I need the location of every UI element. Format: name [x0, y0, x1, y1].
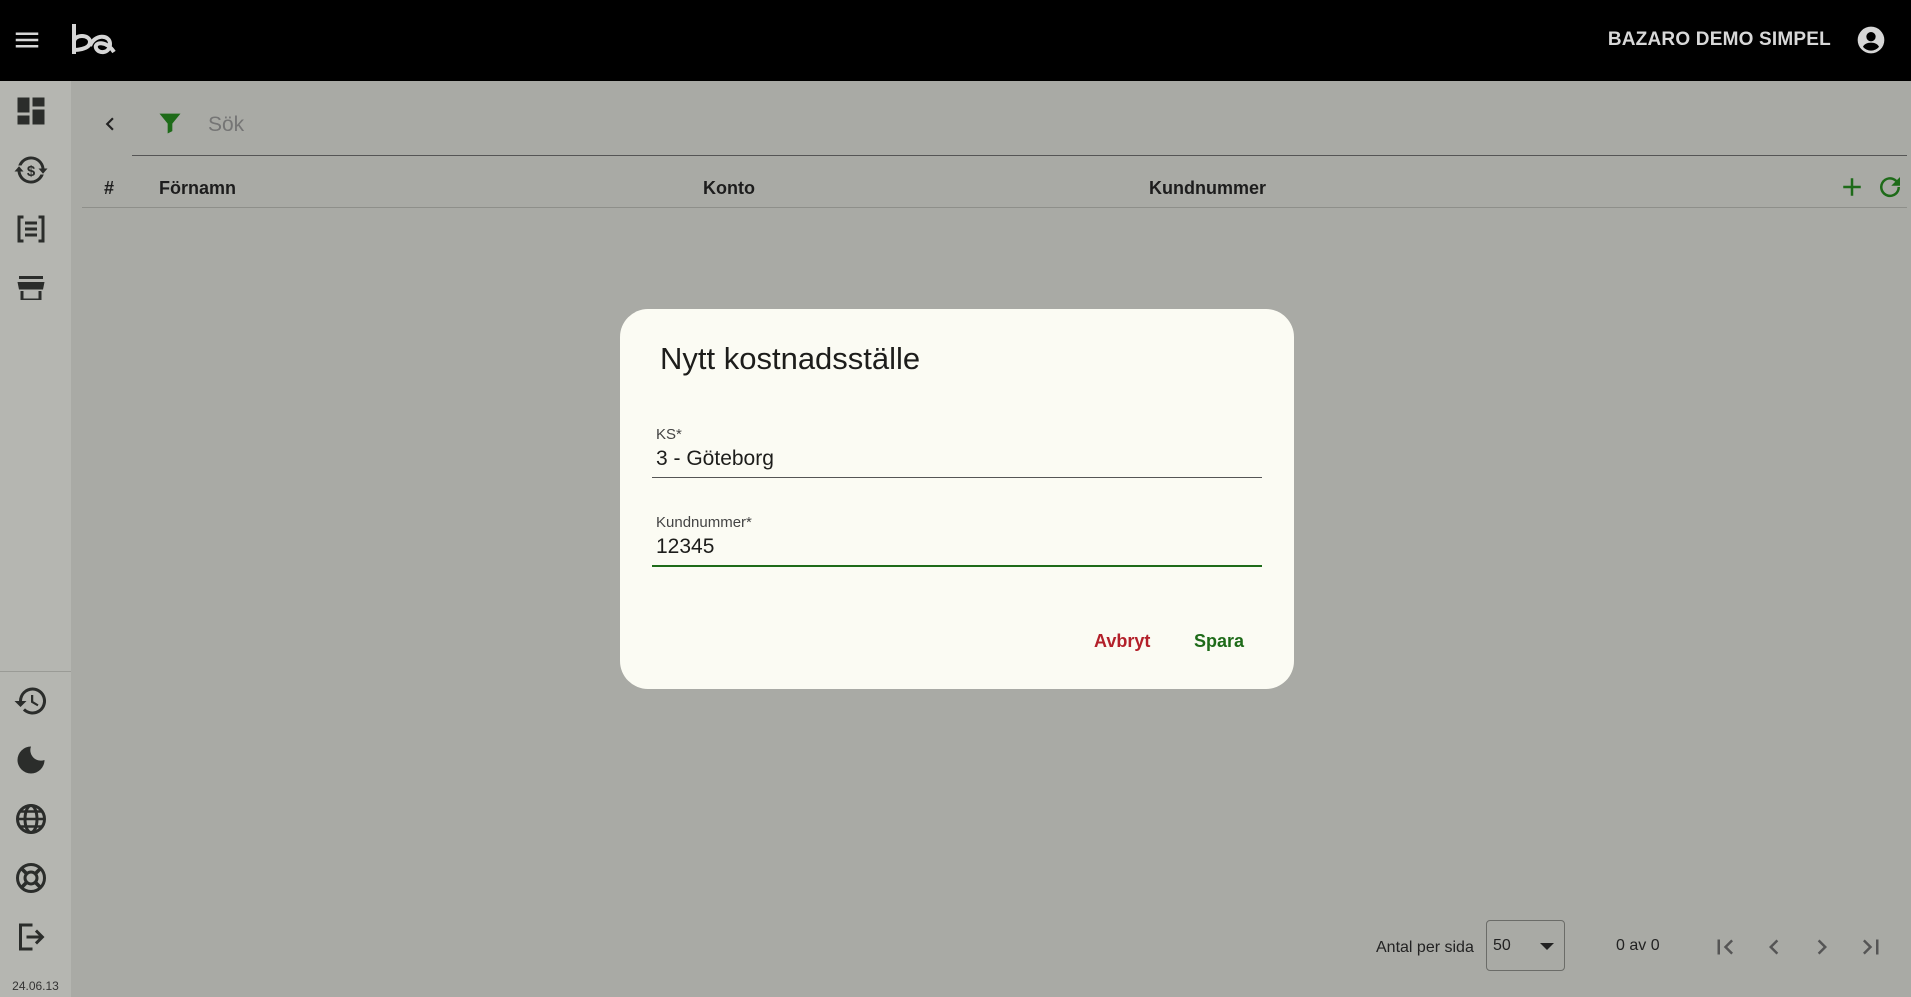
- receipt-list-icon[interactable]: [13, 211, 49, 247]
- per-page-value: 50: [1493, 937, 1511, 954]
- ks-input[interactable]: [656, 444, 1256, 474]
- customer-number-field[interactable]: Kundnummer*: [652, 514, 1262, 569]
- app-version: 24.06.13: [12, 979, 59, 993]
- customer-number-label: Kundnummer*: [656, 514, 752, 531]
- column-header-account[interactable]: Konto: [703, 178, 755, 199]
- per-page-label-text: Antal per sida: [1376, 939, 1474, 956]
- next-page-icon[interactable]: [1807, 932, 1837, 962]
- menu-icon[interactable]: [12, 25, 42, 55]
- logo: [70, 22, 118, 58]
- chevron-down-icon: [1540, 943, 1554, 950]
- dialog-title: Nytt kostnadsställe: [660, 341, 921, 376]
- svg-text:$: $: [27, 163, 36, 180]
- ks-field[interactable]: KS*: [652, 426, 1262, 481]
- previous-page-icon[interactable]: [1759, 932, 1789, 962]
- support-lifebuoy-icon[interactable]: [13, 860, 49, 896]
- chevron-left-icon[interactable]: [97, 111, 123, 137]
- new-cost-center-dialog: Nytt kostnadsställe KS* Kundnummer* Avbr…: [620, 309, 1294, 689]
- top-app-bar: BAZARO DEMO SIMPEL: [0, 0, 1911, 81]
- customer-number-underline: [652, 565, 1262, 567]
- last-page-icon[interactable]: [1856, 932, 1886, 962]
- add-icon[interactable]: [1837, 172, 1867, 202]
- search-input[interactable]: [206, 108, 1710, 142]
- first-page-icon[interactable]: [1710, 932, 1740, 962]
- filter-icon: [156, 109, 184, 137]
- sidebar-divider: [0, 671, 71, 672]
- sidebar: $ 24.06.13: [0, 81, 72, 997]
- account-icon[interactable]: [1855, 24, 1887, 56]
- ks-label: KS*: [656, 426, 682, 443]
- range-label: 0 av 0: [1616, 937, 1660, 954]
- column-header-firstname[interactable]: Förnamn: [159, 178, 236, 199]
- per-page-select[interactable]: 50: [1486, 920, 1565, 971]
- dashboard-icon[interactable]: [13, 93, 49, 129]
- logout-icon[interactable]: [13, 919, 49, 955]
- refresh-icon[interactable]: [1875, 172, 1905, 202]
- dark-mode-icon[interactable]: [13, 742, 49, 778]
- customer-number-input[interactable]: [656, 532, 1256, 562]
- search-underline: [132, 155, 1907, 156]
- currency-exchange-icon[interactable]: $: [13, 152, 49, 188]
- language-globe-icon[interactable]: [13, 801, 49, 837]
- save-button[interactable]: Spara: [1194, 631, 1244, 652]
- ks-underline: [652, 477, 1262, 478]
- company-name: BAZARO DEMO SIMPEL: [1607, 29, 1831, 50]
- history-icon[interactable]: [13, 683, 49, 719]
- table-header: # Förnamn Konto Kundnummer: [82, 167, 1907, 208]
- column-header-index[interactable]: #: [104, 178, 114, 199]
- cancel-button[interactable]: Avbryt: [1094, 631, 1150, 652]
- store-icon[interactable]: [13, 270, 49, 306]
- column-header-customer-number[interactable]: Kundnummer: [1149, 178, 1266, 199]
